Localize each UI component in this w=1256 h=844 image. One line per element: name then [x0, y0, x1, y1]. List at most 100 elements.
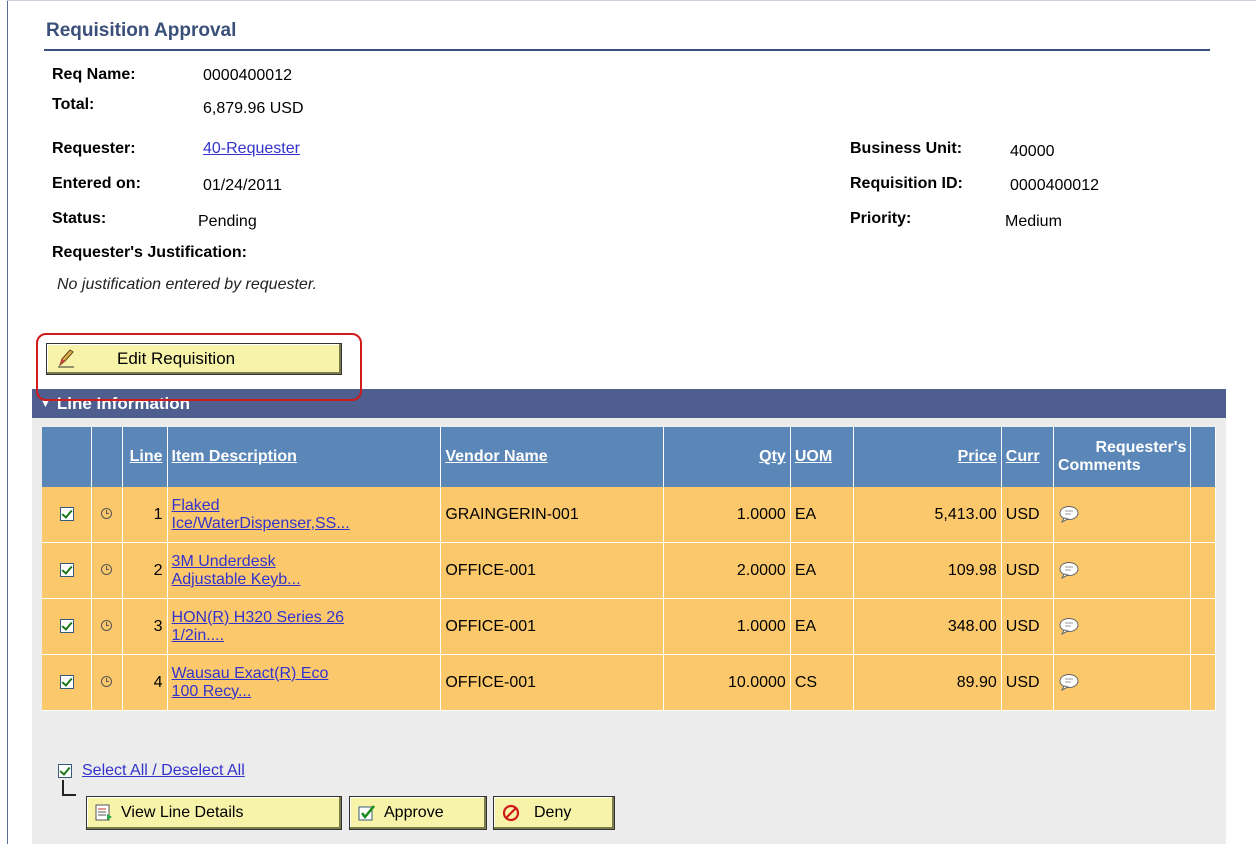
select-all-row: Select All / Deselect All: [58, 762, 245, 780]
row-select-checkbox[interactable]: [59, 507, 74, 522]
approve-button[interactable]: Approve: [349, 796, 487, 830]
currency: USD: [1001, 598, 1054, 655]
history-clock-icon[interactable]: [101, 619, 113, 631]
status-label: Status:: [52, 210, 107, 227]
priority-label: Priority:: [850, 210, 912, 227]
business-unit-label: Business Unit:: [850, 140, 963, 157]
vendor-name: GRAINGERIN-001: [440, 487, 665, 543]
history-clock-icon[interactable]: [101, 675, 113, 687]
vendor-name: OFFICE-001: [440, 654, 665, 711]
unit-of-measure: CS: [790, 654, 854, 711]
deny-icon: [502, 804, 520, 822]
sort-price-link[interactable]: Price: [958, 448, 997, 465]
priority-value: Medium: [1005, 213, 1062, 230]
row-history-cell: [91, 542, 123, 599]
item-description-link[interactable]: Wausau Exact(R) Eco 100 Recy...: [172, 665, 329, 700]
table-row: 4 Wausau Exact(R) Eco 100 Recy... OFFICE-00…: [42, 654, 1216, 711]
row-spacer: [1190, 654, 1216, 711]
comments-cell: [1053, 598, 1192, 655]
table-row: 1 Flaked Ice/WaterDispenser,SS... GRAINGERI…: [42, 487, 1216, 543]
row-history-cell: [91, 487, 123, 543]
item-description-cell: HON(R) H320 Series 26 1/2in....: [167, 598, 442, 655]
price: 348.00: [853, 598, 1002, 655]
table-row: 3 HON(R) H320 Series 26 1/2in.... OFFICE-00…: [42, 598, 1216, 655]
comment-bubble-icon[interactable]: [1058, 505, 1080, 524]
line-details-icon: [95, 804, 112, 821]
requisition-id-value: 0000400012: [1010, 177, 1099, 194]
comments-cell: [1053, 487, 1192, 543]
header-spacer: [1190, 427, 1216, 487]
view-line-details-label: View Line Details: [121, 804, 244, 821]
quantity: 1.0000: [663, 598, 791, 655]
item-description-cell: 3M Underdesk Adjustable Keyb...: [167, 542, 442, 599]
approve-check-icon: [358, 805, 375, 821]
sort-vendor-name-link[interactable]: Vendor Name: [445, 448, 547, 465]
unit-of-measure: EA: [790, 542, 854, 599]
highlight-annotation: [36, 333, 362, 401]
header-uom[interactable]: UOM: [790, 427, 854, 487]
sort-curr-link[interactable]: Curr: [1006, 448, 1040, 465]
header-qty[interactable]: Qty: [663, 427, 791, 487]
requisition-id-label: Requisition ID:: [850, 175, 963, 192]
row-select-checkbox[interactable]: [59, 619, 74, 634]
row-select-cell: [42, 542, 93, 599]
justification-text: No justification entered by requester.: [57, 276, 317, 293]
select-all-checkbox[interactable]: [58, 764, 72, 778]
sort-qty-link[interactable]: Qty: [759, 448, 786, 465]
header-history: [91, 427, 123, 487]
comment-bubble-icon[interactable]: [1058, 617, 1080, 636]
header-requester-comments: Requester's Comments: [1053, 427, 1192, 487]
requester-link[interactable]: 40-Requester: [203, 140, 300, 158]
unit-of-measure: EA: [790, 598, 854, 655]
row-spacer: [1190, 487, 1216, 543]
header-curr[interactable]: Curr: [1001, 427, 1054, 487]
header-line[interactable]: Line: [122, 427, 168, 487]
history-clock-icon[interactable]: [101, 507, 113, 519]
frame-left-border: [7, 0, 8, 844]
tree-connector: [62, 780, 76, 796]
item-description-link[interactable]: 3M Underdesk Adjustable Keyb...: [172, 553, 301, 588]
comment-bubble-icon[interactable]: [1058, 673, 1080, 692]
page-title: Requisition Approval: [46, 20, 237, 41]
currency: USD: [1001, 654, 1054, 711]
item-description-cell: Wausau Exact(R) Eco 100 Recy...: [167, 654, 442, 711]
sort-item-description-link[interactable]: Item Description: [172, 448, 297, 465]
line-items-table: Line Item Description Vendor Name Qty UO…: [42, 427, 1216, 711]
row-select-checkbox[interactable]: [59, 563, 74, 578]
comments-cell: [1053, 654, 1192, 711]
line-number: 4: [122, 654, 168, 711]
item-description-cell: Flaked Ice/WaterDispenser,SS...: [167, 487, 442, 543]
deny-label: Deny: [534, 804, 572, 821]
price: 109.98: [853, 542, 1002, 599]
header-item-description[interactable]: Item Description: [167, 427, 442, 487]
title-divider: [44, 49, 1210, 51]
item-description-link[interactable]: HON(R) H320 Series 26 1/2in....: [172, 609, 345, 644]
business-unit-value: 40000: [1010, 143, 1055, 160]
entered-on-value: 01/24/2011: [203, 177, 282, 194]
total-value: 6,879.96 USD: [203, 100, 304, 117]
deny-button[interactable]: Deny: [493, 796, 615, 830]
history-clock-icon[interactable]: [101, 563, 113, 575]
row-select-cell: [42, 487, 93, 543]
comments-header-line2: Comments: [1057, 457, 1141, 474]
select-all-link[interactable]: Select All / Deselect All: [82, 762, 245, 780]
header-vendor-name[interactable]: Vendor Name: [440, 427, 665, 487]
currency: USD: [1001, 487, 1054, 543]
price: 5,413.00: [853, 487, 1002, 543]
table-row: 2 3M Underdesk Adjustable Keyb... OFFICE-00…: [42, 542, 1216, 599]
header-price[interactable]: Price: [853, 427, 1002, 487]
line-number: 1: [122, 487, 168, 543]
row-select-checkbox[interactable]: [59, 675, 74, 690]
vendor-name: OFFICE-001: [440, 598, 665, 655]
item-description-link[interactable]: Flaked Ice/WaterDispenser,SS...: [172, 497, 350, 532]
sort-uom-link[interactable]: UOM: [795, 448, 832, 465]
approve-label: Approve: [384, 804, 444, 821]
sort-line-link[interactable]: Line: [130, 448, 163, 465]
quantity: 1.0000: [663, 487, 791, 543]
comments-header-line1: Requester's: [1095, 439, 1187, 456]
requester-label: Requester:: [52, 140, 136, 157]
comment-bubble-icon[interactable]: [1058, 561, 1080, 580]
line-number: 3: [122, 598, 168, 655]
vendor-name: OFFICE-001: [440, 542, 665, 599]
view-line-details-button[interactable]: View Line Details: [86, 796, 342, 830]
